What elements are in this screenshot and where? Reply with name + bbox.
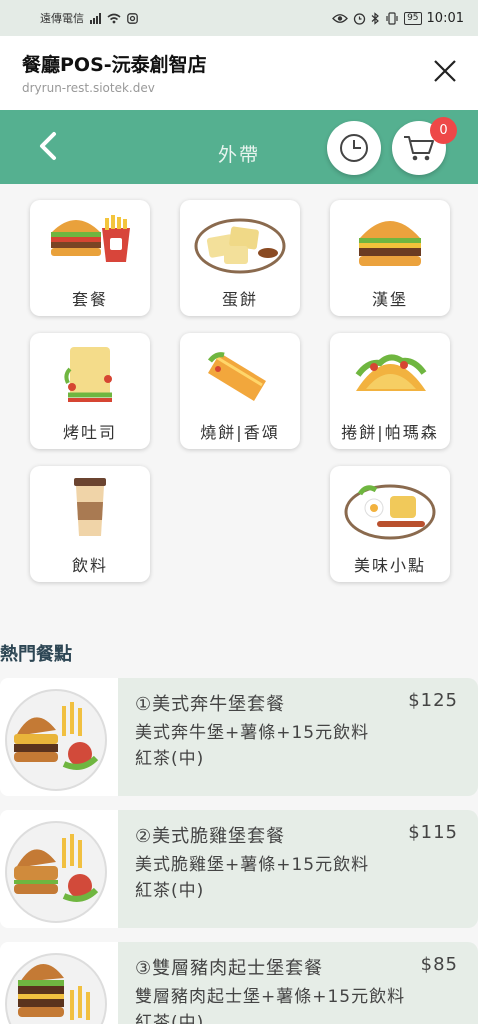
item-price: $115: [408, 822, 458, 843]
bluetooth-icon: [371, 11, 379, 25]
signal-icon: [90, 12, 101, 24]
item-name: ③雙層豬肉起士堡套餐: [135, 958, 324, 979]
category-label: 蛋餅: [221, 290, 258, 309]
page-title: 餐廳POS-沅泰創智店: [22, 54, 207, 76]
item-photo: [0, 678, 118, 796]
toast-sandwich-icon: [64, 347, 112, 402]
item-price: $125: [408, 690, 458, 711]
item-drink: 紅茶(中): [135, 1013, 205, 1024]
wrap-icon: [208, 352, 266, 401]
popular-item[interactable]: ②美式脆雞堡套餐 $115 美式脆雞堡+薯條+15元飲料 紅茶(中): [0, 810, 478, 928]
category-burger[interactable]: 漢堡: [330, 200, 450, 316]
status-bar: 遠傳電信 95 10:01: [0, 0, 478, 36]
category-combo[interactable]: 套餐: [30, 200, 150, 316]
carrier-label: 遠傳電信: [40, 12, 84, 25]
combo-meal-icon: [51, 215, 130, 262]
category-toast[interactable]: 烤吐司: [30, 333, 150, 449]
category-wrap[interactable]: 燒餅|香頌: [180, 333, 300, 449]
item-drink: 紅茶(中): [135, 749, 205, 769]
item-description: 美式脆雞堡+薯條+15元飲料: [135, 855, 370, 875]
category-drinks[interactable]: 飲料: [30, 466, 150, 582]
category-label: 漢堡: [371, 290, 408, 309]
category-snacks[interactable]: 美味小點: [330, 466, 450, 582]
item-name: ①美式奔牛堡套餐: [135, 694, 286, 715]
breakfast-plate-icon: [344, 484, 436, 540]
category-label: 燒餅|香頌: [200, 423, 280, 442]
vibrate-icon: [386, 11, 398, 25]
item-drink: 紅茶(中): [135, 881, 205, 901]
burger-icon: [359, 221, 421, 266]
battery-icon: 95: [404, 11, 422, 25]
wifi-icon: [107, 13, 121, 23]
category-taco[interactable]: 捲餅|帕瑪森: [330, 333, 450, 449]
clock-time: 10:01: [426, 10, 464, 26]
order-history-button[interactable]: [327, 121, 381, 175]
popular-item[interactable]: ③雙層豬肉起士堡套餐 $85 雙層豬肉起士堡+薯條+15元飲料 紅茶(中): [0, 942, 478, 1024]
item-price: $85: [420, 954, 458, 975]
cart-count-badge: 0: [430, 117, 457, 144]
header-bar: 外帶 0: [0, 110, 478, 184]
title-bar: 餐廳POS-沅泰創智店 dryrun-rest.siotek.dev: [0, 36, 478, 110]
popular-section-title: 熱門餐點: [0, 644, 72, 665]
close-icon[interactable]: [430, 56, 460, 86]
clock-icon: [340, 134, 368, 162]
page-url: dryrun-rest.siotek.dev: [22, 81, 155, 95]
alarm-icon: [353, 12, 366, 25]
item-details: ②美式脆雞堡套餐 $115 美式脆雞堡+薯條+15元飲料 紅茶(中): [118, 810, 478, 928]
burger-plate-image: [5, 689, 107, 791]
instagram-icon: [127, 12, 138, 24]
taco-icon: [355, 354, 427, 391]
category-label: 套餐: [71, 290, 108, 309]
category-label: 飲料: [71, 556, 108, 575]
item-details: ①美式奔牛堡套餐 $125 美式奔牛堡+薯條+15元飲料 紅茶(中): [118, 678, 478, 796]
burger-plate-image: [5, 953, 107, 1024]
popular-item[interactable]: ①美式奔牛堡套餐 $125 美式奔牛堡+薯條+15元飲料 紅茶(中): [0, 678, 478, 796]
item-description: 美式奔牛堡+薯條+15元飲料: [135, 723, 370, 743]
item-details: ③雙層豬肉起士堡套餐 $85 雙層豬肉起士堡+薯條+15元飲料 紅茶(中): [118, 942, 478, 1024]
back-arrow-icon[interactable]: [30, 128, 66, 164]
category-egg-roll[interactable]: 蛋餅: [180, 200, 300, 316]
category-label: 烤吐司: [62, 423, 117, 442]
eye-icon: [332, 13, 348, 23]
item-name: ②美式脆雞堡套餐: [135, 826, 286, 847]
category-label: 美味小點: [353, 556, 426, 575]
egg-roll-icon: [194, 218, 286, 274]
burger-plate-image: [5, 821, 107, 923]
category-label: 捲餅|帕瑪森: [341, 423, 439, 442]
item-photo: [0, 942, 118, 1024]
item-description: 雙層豬肉起士堡+薯條+15元飲料: [135, 987, 406, 1007]
item-photo: [0, 810, 118, 928]
cart-icon: [404, 136, 434, 161]
coffee-cup-icon: [74, 478, 106, 536]
